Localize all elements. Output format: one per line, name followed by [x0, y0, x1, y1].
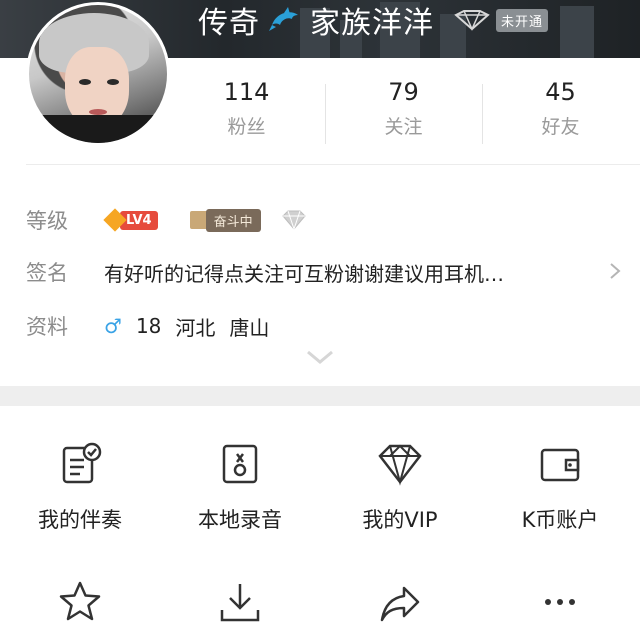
stat-label: 好友 [541, 116, 580, 138]
signature-row[interactable]: 签名 有好听的记得点关注可互粉谢谢建议用耳机… [26, 252, 626, 292]
wallet-icon [540, 448, 580, 482]
signature-text: 有好听的记得点关注可互粉谢谢建议用耳机… [104, 261, 504, 286]
expand-chevron-icon[interactable] [304, 348, 336, 366]
vip-diamond-icon [454, 10, 490, 31]
level-key: 等级 [26, 209, 68, 233]
fendou-badge: 奋斗中 [189, 208, 261, 232]
level-row[interactable]: 等级 LV4 奋斗中 [26, 200, 626, 240]
menu-item-label: 本地录音 [198, 508, 282, 532]
stat-fans[interactable]: 114 粉丝 [168, 70, 325, 160]
menu-item-vip[interactable]: 我的VIP [320, 440, 480, 534]
share-icon [380, 586, 420, 622]
vip-badge[interactable]: 未开通 [452, 8, 549, 32]
menu-item-accompaniment[interactable]: 我的伴奏 [0, 440, 160, 534]
menu-item-label: 我的伴奏 [38, 508, 122, 532]
menu-item-label: 我的VIP [362, 508, 438, 532]
more-icon [545, 599, 575, 605]
info-key: 资料 [26, 315, 68, 339]
info-row: 资料 ♂ 18 河北 唐山 [26, 306, 626, 346]
vip-status: 未开通 [496, 8, 549, 32]
menu-item-favorites[interactable] [0, 578, 160, 626]
signature-key: 签名 [26, 261, 68, 285]
section-separator [0, 386, 640, 406]
star-icon [59, 581, 101, 621]
dolphin-icon [268, 5, 302, 35]
download-icon [220, 584, 260, 622]
menu-grid-row2 [0, 578, 640, 626]
menu-item-label: K币账户 [521, 508, 599, 532]
nickname: 传奇 家族洋洋 未开通 [198, 0, 549, 41]
level-badge: LV4 [103, 208, 158, 232]
menu-item-downloads[interactable] [160, 578, 320, 626]
province: 河北 [175, 315, 216, 340]
chevron-right-icon [610, 263, 621, 279]
vip-diamond-icon [378, 444, 422, 486]
avatar[interactable] [26, 2, 170, 146]
city: 唐山 [229, 315, 270, 340]
stat-count: 114 [223, 78, 270, 106]
diamond-icon [281, 210, 306, 230]
menu-item-share[interactable] [320, 578, 480, 626]
nickname-prefix: 传奇 [198, 6, 260, 41]
stat-count: 45 [545, 78, 576, 106]
stat-label: 关注 [384, 116, 423, 138]
menu-item-local-recording[interactable]: 本地录音 [160, 440, 320, 534]
stat-friends[interactable]: 45 好友 [482, 70, 639, 160]
local-recording-icon [222, 444, 258, 484]
menu-grid: 我的伴奏 本地录音 我的VIP K币账户 [0, 440, 640, 534]
menu-item-kcoin-account[interactable]: K币账户 [480, 440, 640, 534]
stat-following[interactable]: 79 关注 [325, 70, 482, 160]
accompaniment-icon [62, 442, 102, 484]
age: 18 [135, 314, 162, 338]
divider [26, 164, 640, 165]
nickname-suffix: 家族洋洋 [310, 6, 434, 41]
stat-label: 粉丝 [227, 116, 266, 138]
stat-count: 79 [388, 78, 419, 106]
male-icon: ♂ [104, 314, 122, 338]
menu-item-more[interactable] [480, 578, 640, 626]
stats-bar: 114 粉丝 79 关注 45 好友 [168, 70, 640, 160]
fendou-text: 奋斗中 [205, 208, 261, 232]
